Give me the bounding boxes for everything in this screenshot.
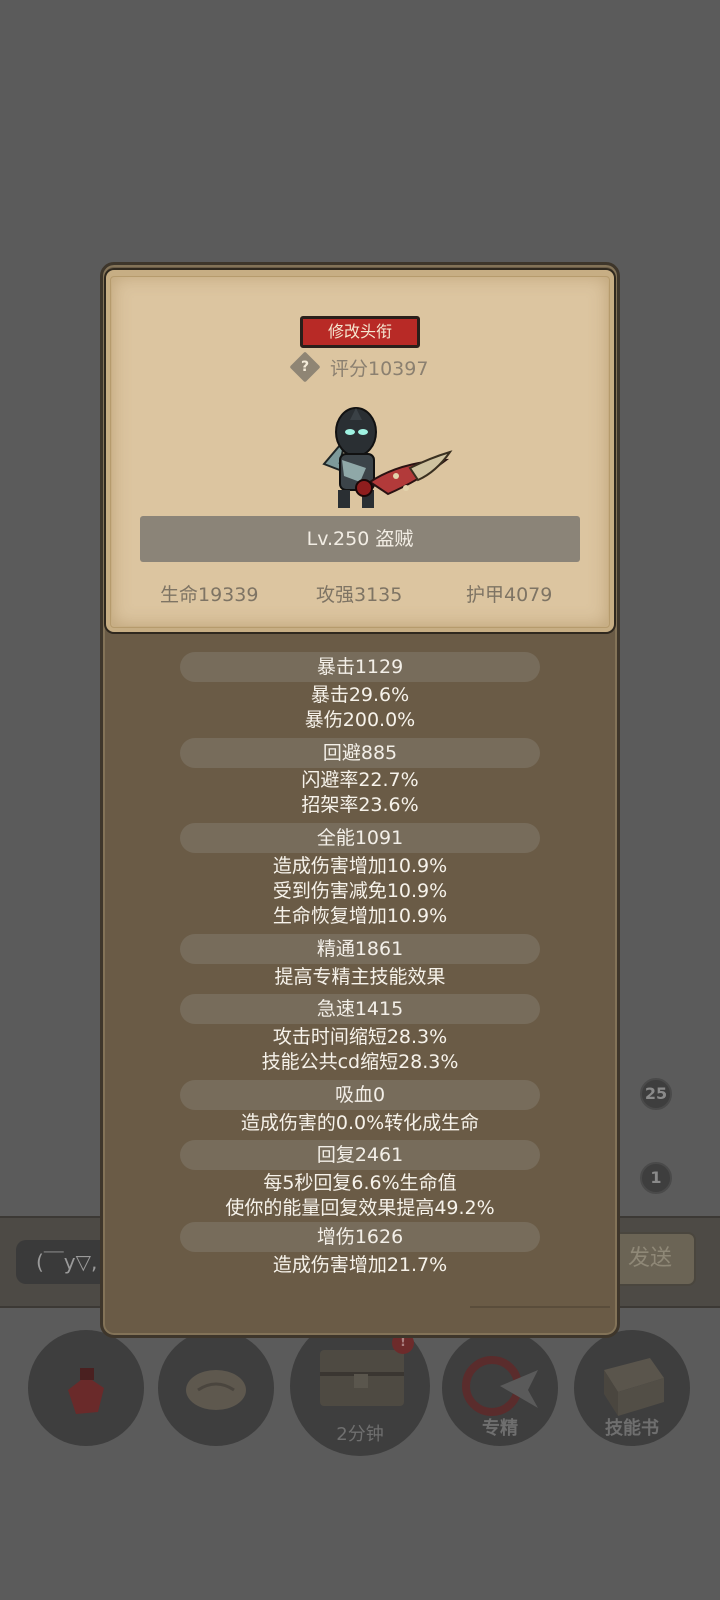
stat-header-avoidance: 回避885 bbox=[180, 738, 540, 768]
specialization-label: 专精 bbox=[482, 1418, 518, 1439]
nav-skill-book-button[interactable]: 技能书 bbox=[574, 1330, 690, 1446]
stat-line: 造成伤害的0.0%转化成生命 bbox=[240, 1112, 480, 1134]
stat-header-crit: 暴击1129 bbox=[180, 652, 540, 682]
count-badge: 25 bbox=[640, 1078, 672, 1110]
stat-header-mastery: 精通1861 bbox=[180, 934, 540, 964]
stat-header-regen: 回复2461 bbox=[180, 1140, 540, 1170]
stat-line: 提高专精主技能效果 bbox=[274, 966, 446, 988]
stat-line: 生命恢复增加10.9% bbox=[272, 905, 448, 927]
nav-specialization-button[interactable]: 专精 bbox=[442, 1330, 558, 1446]
potion-icon bbox=[68, 1368, 104, 1414]
stat-line: 造成伤害增加21.7% bbox=[272, 1254, 448, 1276]
score-value: 评分10397 bbox=[330, 358, 429, 380]
score-row: ? 评分10397 bbox=[289, 351, 450, 383]
stat-header-haste: 急速1415 bbox=[180, 994, 540, 1024]
nav-bread-button[interactable] bbox=[158, 1330, 274, 1446]
attack-stat: 攻强3135 bbox=[316, 584, 403, 606]
stat-line: 招架率23.6% bbox=[301, 794, 419, 816]
stat-line: 暴击29.6% bbox=[310, 684, 410, 706]
stat-line: 造成伤害增加10.9% bbox=[272, 855, 448, 877]
stat-line: 闪避率22.7% bbox=[301, 769, 419, 791]
chest-timer: 2分钟 bbox=[336, 1424, 384, 1445]
help-icon[interactable]: ? bbox=[289, 351, 321, 383]
stat-line: 每5秒回复6.6%生命值 bbox=[263, 1172, 457, 1194]
stat-line: 暴伤200.0% bbox=[304, 709, 416, 731]
stat-line: 技能公共cd缩短28.3% bbox=[261, 1051, 459, 1073]
bread-icon bbox=[186, 1370, 246, 1410]
stat-header-versatility: 全能1091 bbox=[180, 823, 540, 853]
skill-book-label: 技能书 bbox=[605, 1418, 659, 1439]
panel-divider bbox=[470, 1306, 610, 1308]
stat-line: 受到伤害减免10.9% bbox=[272, 880, 448, 902]
stat-header-lifesteal: 吸血0 bbox=[180, 1080, 540, 1110]
hero-avatar bbox=[322, 407, 453, 508]
nav-potion-button[interactable] bbox=[28, 1330, 144, 1446]
hp-stat: 生命19339 bbox=[160, 584, 259, 606]
change-title-button[interactable]: 修改头衔 bbox=[300, 316, 420, 348]
stat-header-damage-bonus: 增伤1626 bbox=[180, 1222, 540, 1252]
stat-line: 使你的能量回复效果提高49.2% bbox=[225, 1197, 495, 1219]
stat-line: 攻击时间缩短28.3% bbox=[272, 1026, 448, 1048]
armor-stat: 护甲4079 bbox=[466, 584, 553, 606]
count-badge: 1 bbox=[640, 1162, 672, 1194]
level-class-bar: Lv.250 盗贼 bbox=[140, 516, 580, 562]
